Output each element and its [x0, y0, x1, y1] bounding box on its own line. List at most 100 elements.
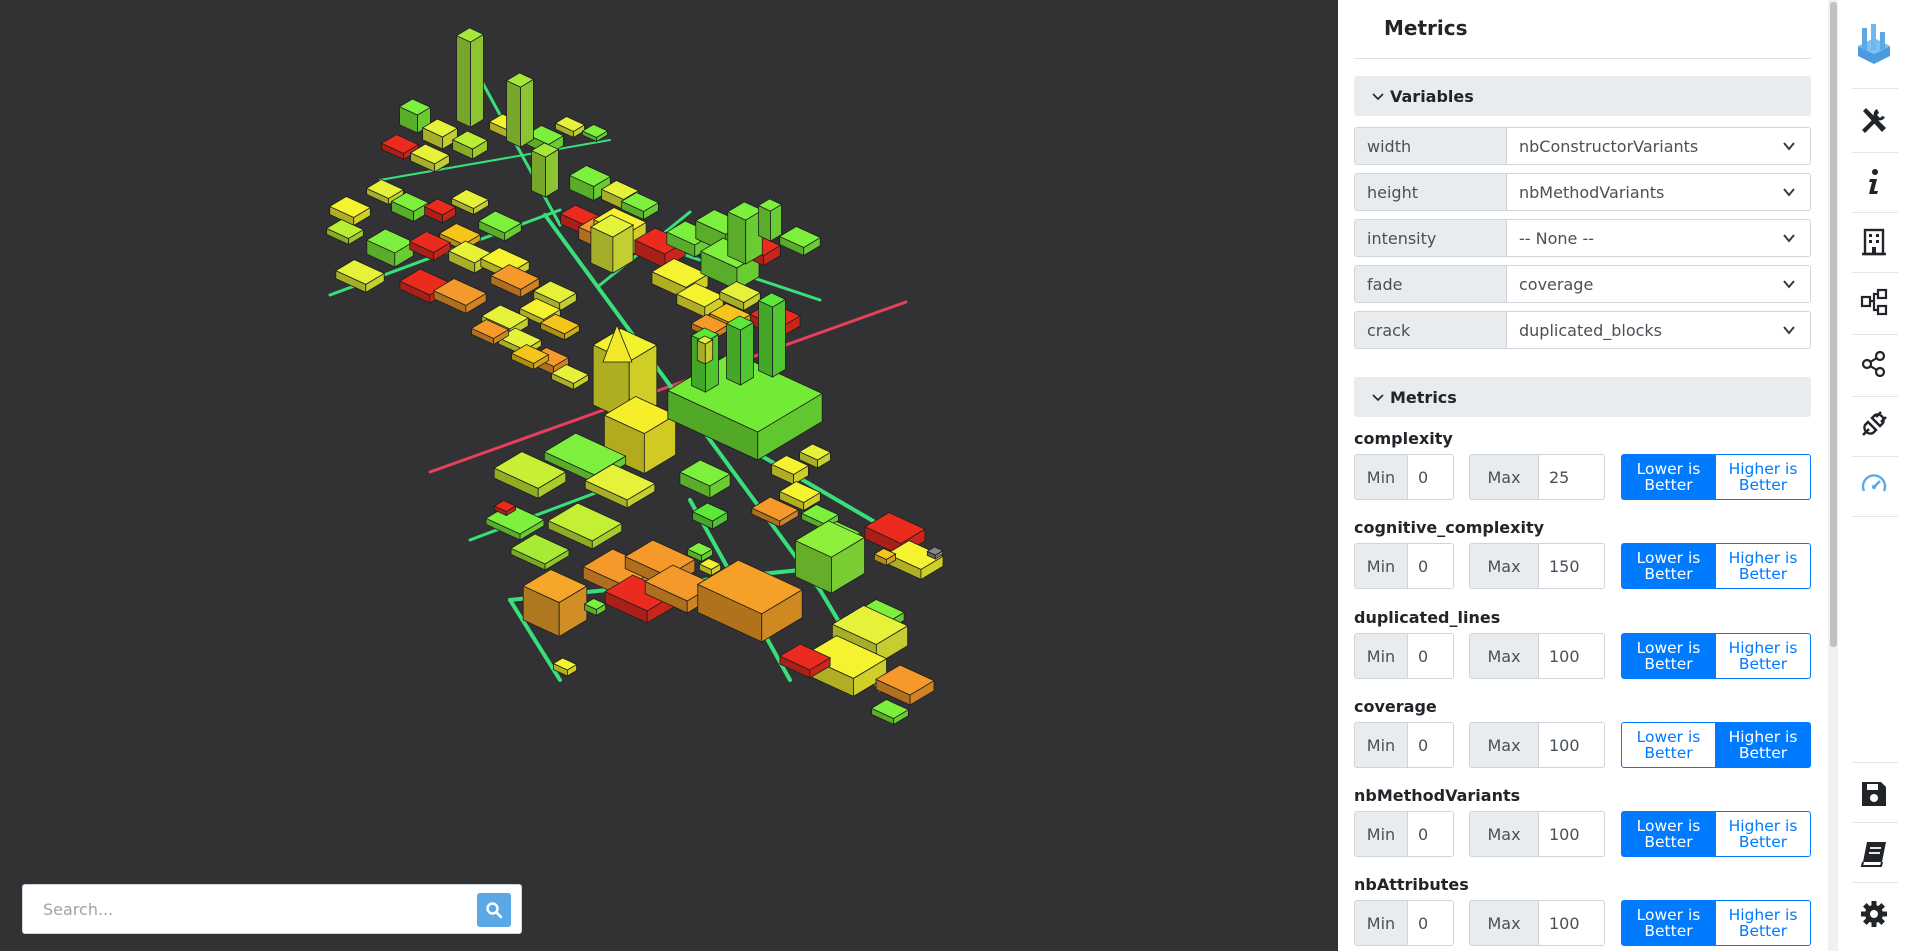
city-3d-viewport[interactable] — [0, 0, 1338, 951]
divider — [1852, 152, 1898, 153]
max-input[interactable]: 150 — [1539, 544, 1604, 588]
max-input[interactable]: 100 — [1539, 901, 1604, 945]
search-button[interactable] — [477, 893, 511, 927]
variables-section-header[interactable]: Variables — [1354, 76, 1811, 116]
metric-name: nbAttributes — [1354, 875, 1469, 894]
max-input[interactable]: 100 — [1539, 634, 1604, 678]
variable-label: width — [1355, 128, 1507, 164]
divider — [1852, 516, 1898, 517]
variable-select-width[interactable]: nbConstructorVariants — [1507, 128, 1810, 164]
better-toggle-group: Lower is Better Higher is Better — [1621, 900, 1811, 946]
panel-scrollbar[interactable] — [1828, 0, 1838, 951]
building — [757, 292, 787, 378]
chevron-down-icon — [1783, 142, 1795, 151]
better-toggle-group: Lower is Better Higher is Better — [1621, 811, 1811, 857]
variable-row-height: height nbMethodVariants — [1354, 173, 1811, 211]
min-label: Min — [1355, 812, 1408, 856]
higher-is-better-button[interactable]: Higher is Better — [1716, 811, 1811, 857]
book-icon[interactable] — [1856, 836, 1892, 872]
variable-row-fade: fade coverage — [1354, 265, 1811, 303]
lower-is-better-button[interactable]: Lower is Better — [1621, 811, 1716, 857]
max-label: Max — [1470, 544, 1539, 588]
max-label: Max — [1470, 634, 1539, 678]
max-input-group: Max 150 — [1469, 543, 1605, 589]
scrollbar-thumb[interactable] — [1830, 2, 1837, 647]
max-input[interactable]: 100 — [1539, 812, 1604, 856]
building — [530, 142, 560, 198]
select-value: duplicated_blocks — [1519, 320, 1663, 340]
chevron-down-icon — [1372, 394, 1384, 402]
max-input-group: Max 100 — [1469, 633, 1605, 679]
better-toggle-group: Lower is Better Higher is Better — [1621, 722, 1811, 768]
variable-select-height[interactable]: nbMethodVariants — [1507, 174, 1810, 210]
section-title: Metrics — [1390, 387, 1457, 407]
select-value: nbMethodVariants — [1519, 182, 1665, 202]
better-toggle-group: Lower is Better Higher is Better — [1621, 454, 1811, 500]
save-icon[interactable] — [1856, 776, 1892, 812]
min-label: Min — [1355, 544, 1408, 588]
building — [870, 699, 910, 726]
chevron-down-icon — [1783, 188, 1795, 197]
lower-is-better-button[interactable]: Lower is Better — [1621, 633, 1716, 679]
max-label: Max — [1470, 812, 1539, 856]
max-input[interactable]: 100 — [1539, 723, 1604, 767]
variable-label: intensity — [1355, 220, 1507, 256]
share-icon[interactable] — [1856, 346, 1892, 382]
max-input-group: Max 100 — [1469, 722, 1605, 768]
info-icon[interactable] — [1856, 164, 1892, 200]
divider — [1852, 272, 1898, 273]
building — [691, 502, 729, 530]
metric-name: coverage — [1354, 697, 1437, 716]
building — [726, 201, 764, 265]
min-input[interactable]: 0 — [1408, 544, 1453, 588]
building — [334, 259, 386, 294]
lower-is-better-button[interactable]: Lower is Better — [1621, 722, 1716, 768]
better-toggle-group: Lower is Better Higher is Better — [1621, 633, 1811, 679]
hierarchy-icon[interactable] — [1856, 284, 1892, 320]
building — [590, 214, 634, 274]
search-box — [22, 884, 522, 934]
metric-row-complexity: Min 0 Max 25 Lower is Better Higher is Better — [1354, 454, 1811, 500]
select-value: -- None -- — [1519, 228, 1595, 248]
min-input[interactable]: 0 — [1408, 634, 1453, 678]
higher-is-better-button[interactable]: Higher is Better — [1716, 543, 1811, 589]
lower-is-better-button[interactable]: Lower is Better — [1621, 543, 1716, 589]
panel-title: Metrics — [1384, 16, 1468, 40]
metrics-section-header[interactable]: Metrics — [1354, 377, 1811, 417]
lower-is-better-button[interactable]: Lower is Better — [1621, 454, 1716, 500]
variable-select-intensity[interactable]: -- None -- — [1507, 220, 1810, 256]
search-input[interactable] — [23, 885, 463, 933]
tools-icon[interactable] — [1856, 102, 1892, 138]
gauge-icon[interactable] — [1856, 466, 1892, 502]
chevron-down-icon — [1783, 280, 1795, 289]
higher-is-better-button[interactable]: Higher is Better — [1716, 633, 1811, 679]
higher-is-better-button[interactable]: Higher is Better — [1716, 454, 1811, 500]
building-icon[interactable] — [1856, 224, 1892, 260]
min-input[interactable]: 0 — [1408, 901, 1453, 945]
plug-icon[interactable] — [1856, 406, 1892, 442]
metrics-panel: Metrics Variables width nbConstructorVari… — [1338, 0, 1828, 951]
variable-select-fade[interactable]: coverage — [1507, 266, 1810, 302]
building — [505, 72, 535, 148]
min-input[interactable]: 0 — [1408, 812, 1453, 856]
divider — [1852, 396, 1898, 397]
variable-select-crack[interactable]: duplicated_blocks — [1507, 312, 1810, 348]
min-label: Min — [1355, 723, 1408, 767]
building — [725, 315, 755, 386]
metric-name: duplicated_lines — [1354, 608, 1501, 627]
chevron-down-icon — [1783, 326, 1795, 335]
higher-is-better-button[interactable]: Higher is Better — [1716, 722, 1811, 768]
max-input[interactable]: 25 — [1539, 455, 1604, 499]
lower-is-better-button[interactable]: Lower is Better — [1621, 900, 1716, 946]
min-input[interactable]: 0 — [1408, 723, 1453, 767]
code-city-visualization[interactable] — [0, 0, 1338, 951]
min-input[interactable]: 0 — [1408, 455, 1453, 499]
gear-icon[interactable] — [1856, 896, 1892, 932]
higher-is-better-button[interactable]: Higher is Better — [1716, 900, 1811, 946]
building — [778, 226, 822, 257]
divider — [1852, 88, 1898, 89]
building — [455, 27, 485, 128]
buildings-layer — [325, 27, 944, 726]
metric-row-duplicated_lines: Min 0 Max 100 Lower is Better Higher is Bette… — [1354, 633, 1811, 679]
building — [757, 198, 783, 242]
